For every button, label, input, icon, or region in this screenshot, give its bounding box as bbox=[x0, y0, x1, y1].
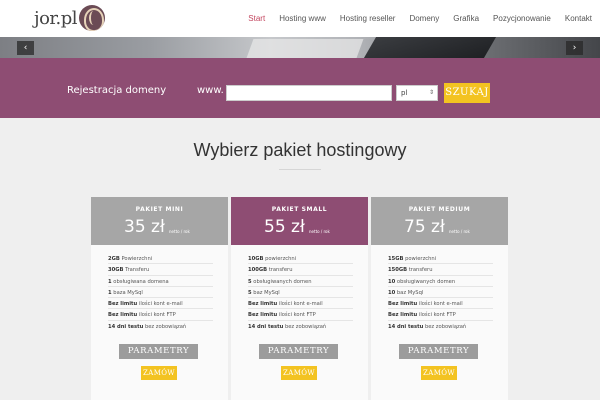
plan-price: 55 zł bbox=[264, 217, 305, 237]
plan-card-medium: PAKIET MEDIUM 75 zł netto / rok 15GB pow… bbox=[371, 197, 508, 400]
slider-image-paper bbox=[246, 39, 364, 58]
feature-row: 5 obsługiwanych domen bbox=[248, 276, 353, 287]
tld-select-value: pl bbox=[401, 89, 408, 97]
section-divider bbox=[279, 169, 321, 170]
nav-item-kontakt[interactable]: Kontakt bbox=[565, 14, 592, 23]
order-button[interactable]: ZAMÓW bbox=[141, 366, 177, 380]
slider-prev-arrow-icon[interactable]: ‹ bbox=[17, 41, 34, 55]
feature-row: 14 dni testu bez zobowiązań bbox=[248, 323, 327, 330]
main-nav: Start Hosting www Hosting reseller Domen… bbox=[234, 0, 592, 37]
feature-row: Bez limitu ilości kont e-mail bbox=[388, 298, 493, 310]
plan-price-unit: netto / rok bbox=[449, 229, 470, 234]
parameters-button[interactable]: PARAMETRY bbox=[399, 344, 478, 359]
feature-row: 10 obsługiwanych domen bbox=[388, 276, 493, 287]
nav-item-hosting-www[interactable]: Hosting www bbox=[279, 14, 326, 23]
feature-row: 2GB Powierzchni bbox=[108, 253, 213, 265]
feature-row: 14 dni testu bez zobowiązań bbox=[388, 323, 467, 330]
plan-name: PAKIET MINI bbox=[135, 206, 184, 213]
feature-row: 1 obsługiwana domena bbox=[108, 276, 213, 287]
feature-row: 100GB transferu bbox=[248, 264, 353, 276]
plan-name: PAKIET SMALL bbox=[271, 206, 328, 213]
feature-row: 14 dni testu bez zobowiązań bbox=[108, 323, 187, 330]
feature-row: Bez limitu ilości kont FTP bbox=[248, 309, 353, 321]
feature-row: 10GB powierzchni bbox=[248, 253, 353, 265]
order-button[interactable]: ZAMÓW bbox=[421, 366, 457, 380]
domain-name-input[interactable] bbox=[226, 85, 392, 101]
plan-price: 75 zł bbox=[404, 217, 445, 237]
parameters-button[interactable]: PARAMETRY bbox=[119, 344, 198, 359]
nav-item-grafika[interactable]: Grafika bbox=[453, 14, 479, 23]
plan-card-header: PAKIET SMALL 55 zł netto / rok bbox=[231, 197, 368, 245]
feature-row: 10 baz MySql bbox=[388, 287, 493, 299]
feature-row: Bez limitu ilości kont e-mail bbox=[248, 298, 353, 310]
plan-price: 35 zł bbox=[124, 217, 165, 237]
feature-row: 1 baza MySql bbox=[108, 287, 213, 299]
plan-card-mini: PAKIET MINI 35 zł netto / rok 2GB Powier… bbox=[91, 197, 228, 400]
site-header: jor.pl Start Hosting www Hosting reselle… bbox=[0, 0, 600, 37]
domain-search-title: Rejestracja domeny bbox=[67, 85, 167, 96]
domain-search-band: Rejestracja domeny www. pl ⇕ SZUKAJ bbox=[0, 58, 600, 118]
parameters-button[interactable]: PARAMETRY bbox=[259, 344, 338, 359]
feature-row: Bez limitu ilości kont FTP bbox=[388, 309, 493, 321]
domain-search-button[interactable]: SZUKAJ bbox=[444, 83, 490, 103]
plan-price-unit: netto / rok bbox=[309, 229, 330, 234]
section-title: Wybierz pakiet hostingowy bbox=[193, 140, 407, 160]
nav-item-domeny[interactable]: Domeny bbox=[409, 14, 439, 23]
logo-badge-icon bbox=[79, 5, 106, 31]
feature-row: 15GB powierzchni bbox=[388, 253, 493, 265]
nav-item-start[interactable]: Start bbox=[248, 14, 265, 23]
tld-select[interactable]: pl ⇕ bbox=[396, 85, 438, 101]
feature-row: 5 baz MySql bbox=[248, 287, 353, 299]
logo-text: jor.pl bbox=[34, 7, 78, 29]
plan-card-small: PAKIET SMALL 55 zł netto / rok 10GB powi… bbox=[231, 197, 368, 400]
plan-features: 15GB powierzchni 150GB transferu 10 obsł… bbox=[388, 253, 493, 332]
slider-image-laptop bbox=[363, 37, 497, 58]
plan-card-header: PAKIET MEDIUM 75 zł netto / rok bbox=[371, 197, 508, 245]
plan-features: 10GB powierzchni 100GB transferu 5 obsłu… bbox=[248, 253, 353, 332]
plan-price-unit: netto / rok bbox=[169, 229, 190, 234]
logo[interactable]: jor.pl bbox=[34, 4, 106, 32]
plan-name: PAKIET MEDIUM bbox=[408, 206, 471, 213]
feature-row: 150GB transferu bbox=[388, 264, 493, 276]
hero-slider: ‹ › bbox=[0, 37, 600, 58]
feature-row: Bez limitu ilości kont e-mail bbox=[108, 298, 213, 310]
feature-row: Bez limitu ilości kont FTP bbox=[108, 309, 213, 321]
plan-features: 2GB Powierzchni 30GB Transferu 1 obsługi… bbox=[108, 253, 213, 332]
slider-next-arrow-icon[interactable]: › bbox=[566, 41, 583, 55]
feature-row: 30GB Transferu bbox=[108, 264, 213, 276]
select-arrows-icon: ⇕ bbox=[428, 89, 434, 96]
nav-item-hosting-reseller[interactable]: Hosting reseller bbox=[340, 14, 396, 23]
www-prefix-label: www. bbox=[197, 85, 224, 96]
plan-card-header: PAKIET MINI 35 zł netto / rok bbox=[91, 197, 228, 245]
nav-item-pozycjonowanie[interactable]: Pozycjonowanie bbox=[493, 14, 551, 23]
order-button[interactable]: ZAMÓW bbox=[281, 366, 317, 380]
